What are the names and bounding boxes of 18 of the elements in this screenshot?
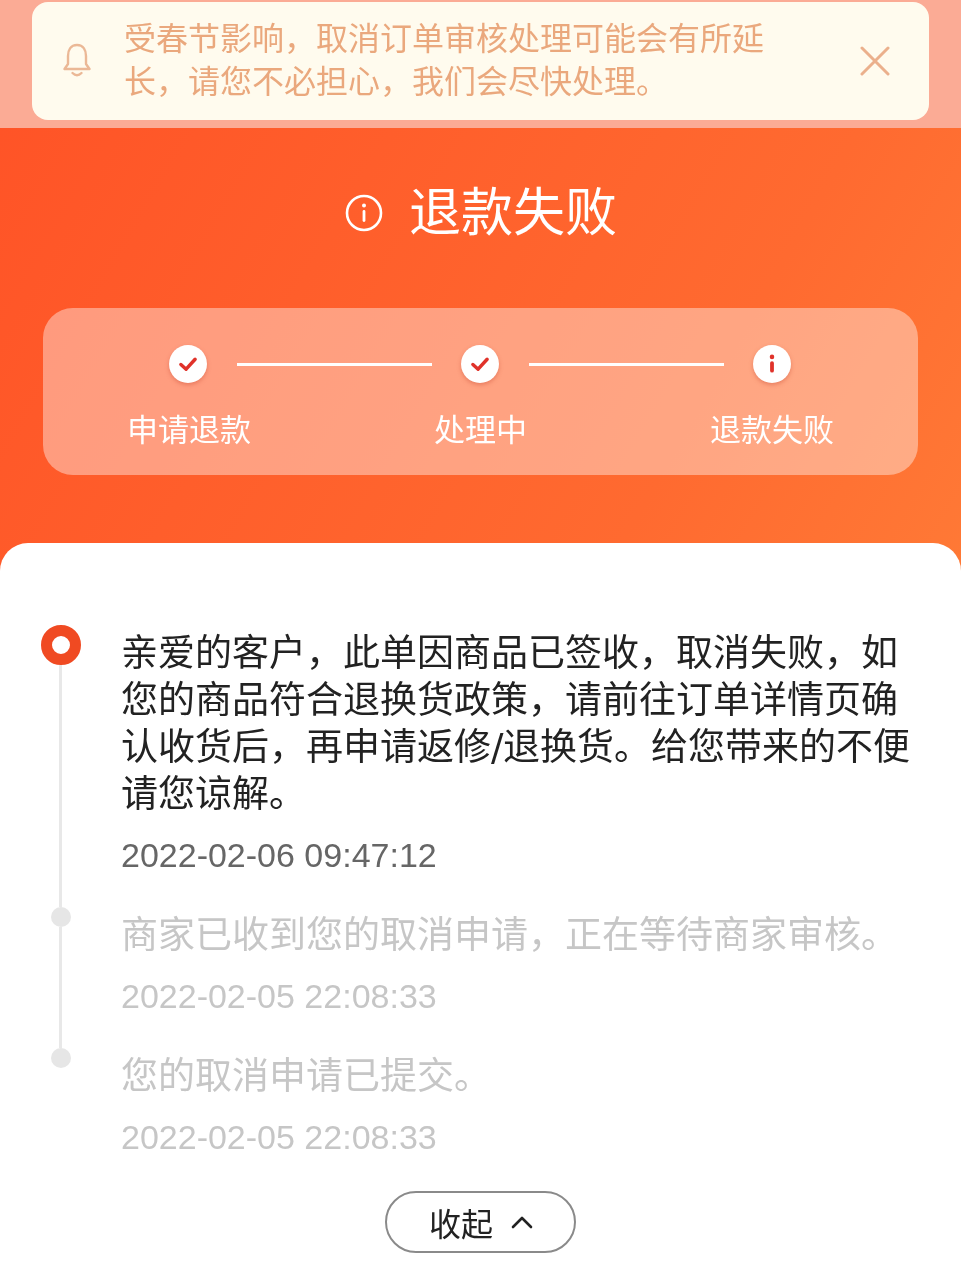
timeline-time: 2022-02-05 22:08:33	[121, 1117, 437, 1158]
caret-icon	[510, 1215, 533, 1229]
notice-text: 受春节影响，取消订单审核处理可能会有所延长，请您不必担心，我们会尽快处理。	[124, 19, 765, 103]
timeline-time: 2022-02-06 09:47:12	[121, 835, 437, 876]
close-icon[interactable]	[860, 46, 890, 76]
timeline-text: 您的取消申请已提交。	[121, 1054, 491, 1100]
step-label: 申请退款	[126, 411, 251, 450]
timeline-time: 2022-02-05 22:08:33	[121, 976, 437, 1017]
info-icon	[344, 194, 383, 232]
step-label: 退款失败	[710, 411, 835, 450]
status-title: 退款失败	[408, 183, 617, 243]
timeline-text: 亲爱的客户，此单因商品已签收，取消失败，如您的商品符合退换货政策，请前往订单详情页确认收货后，再申请返修/退换货。给您带来的不便请您谅解。	[121, 631, 912, 818]
check-icon	[461, 345, 499, 383]
collapse-button[interactable]: 收起	[385, 1191, 576, 1253]
step-label: 处理中	[434, 411, 527, 450]
check-icon	[169, 345, 207, 383]
timeline-text: 商家已收到您的取消申请，正在等待商家审核。	[121, 913, 898, 959]
info-icon	[753, 345, 791, 383]
